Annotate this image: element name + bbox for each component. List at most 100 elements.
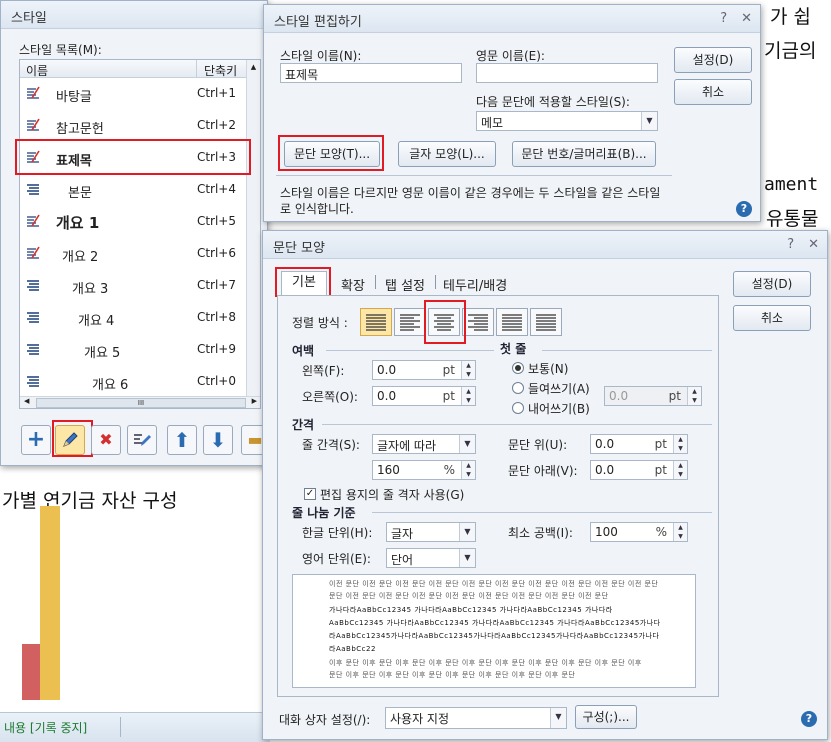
char-style-icon: [26, 246, 40, 260]
radio-outdent-label[interactable]: 내어쓰기(B): [528, 400, 590, 417]
tab-border-bg[interactable]: 테두리/배경: [443, 275, 507, 294]
english-name-input[interactable]: [476, 63, 658, 83]
style-edit-title: 스타일 편집하기: [274, 15, 362, 30]
config-button[interactable]: 구성(;)...: [575, 705, 637, 729]
scroll-right-icon[interactable]: ▶: [252, 397, 257, 405]
align-distribute-button[interactable]: [496, 308, 528, 336]
col-name-header[interactable]: 이름: [26, 62, 48, 79]
radio-indent[interactable]: [512, 382, 524, 394]
vertical-scrollbar[interactable]: ▲: [246, 60, 260, 396]
para-above-spinner[interactable]: ▲ ▼: [673, 435, 687, 453]
indent-input[interactable]: 0.0 pt ▲ ▼: [604, 386, 702, 406]
paragraph-cancel-button[interactable]: 취소: [733, 305, 811, 331]
edit-cancel-button[interactable]: 취소: [674, 79, 752, 105]
style-window: 스타일 스타일 목록(M): 이름 단축키 바탕글 Ctrl+1 참고문헌 Ctrl+…: [0, 0, 269, 466]
align-label: 정렬 방식 :: [292, 316, 348, 330]
style-list-item[interactable]: 개요 1 Ctrl+5: [20, 206, 246, 238]
status-divider: [120, 717, 121, 737]
grid-checkbox-label[interactable]: 편집 용지의 줄 격자 사용(G): [320, 486, 464, 503]
para-below-spinner[interactable]: ▲ ▼: [673, 461, 687, 479]
scroll-thumb[interactable]: III: [36, 398, 246, 408]
horizontal-scrollbar[interactable]: ◀ III ▶: [20, 396, 260, 408]
next-style-select[interactable]: 메모 ▼: [476, 111, 658, 131]
tab-extended[interactable]: 확장: [341, 275, 365, 294]
doc-text-snippet-4: 유통물: [766, 208, 819, 230]
close-icon[interactable]: ✕: [808, 237, 819, 252]
move-down-button[interactable]: ⬇: [203, 425, 233, 455]
help-icon-small[interactable]: ?: [736, 201, 752, 217]
style-list-item[interactable]: 본문 Ctrl+4: [20, 174, 246, 206]
edit-ok-button[interactable]: 설정(D): [674, 47, 752, 73]
help-icon[interactable]: ?: [720, 11, 727, 26]
chevron-down-icon[interactable]: ▼: [459, 549, 475, 567]
style-edit-titlebar: 스타일 편집하기 ? ✕: [264, 5, 760, 33]
line-spacing-input[interactable]: 160 % ▲ ▼: [372, 460, 476, 480]
delete-style-button[interactable]: ✖: [91, 425, 121, 455]
chevron-down-icon[interactable]: ▼: [459, 435, 475, 453]
chevron-down-icon[interactable]: ▼: [641, 112, 657, 130]
move-up-button[interactable]: ⬆: [167, 425, 197, 455]
preview-cur-line: 가나다라AaBbCc12345 가나다라AaBbCc12345 가나다라AaBb…: [329, 606, 613, 614]
style-list-item[interactable]: 개요 4 Ctrl+8: [20, 302, 246, 334]
para-below-label: 문단 아래(V):: [508, 464, 578, 478]
style-name: 개요 3: [72, 282, 109, 297]
chevron-down-icon[interactable]: ▼: [459, 523, 475, 541]
align-split-button[interactable]: [530, 308, 562, 336]
korean-unit-label: 한글 단위(H):: [302, 526, 373, 540]
style-list-item[interactable]: 개요 2 Ctrl+6: [20, 238, 246, 270]
left-margin-spinner[interactable]: ▲ ▼: [461, 361, 475, 379]
para-below-input[interactable]: 0.0 pt ▲ ▼: [590, 460, 688, 480]
style-list-item[interactable]: 참고문헌 Ctrl+2: [20, 110, 246, 142]
paragraph-ok-button[interactable]: 설정(D): [733, 271, 811, 297]
style-list-item[interactable]: 개요 6 Ctrl+0: [20, 366, 246, 398]
style-rows: 바탕글 Ctrl+1 참고문헌 Ctrl+2 표제목 Ctrl+3 본문 Ctrl+4 개요 1…: [20, 78, 246, 398]
align-right-button[interactable]: [462, 308, 494, 336]
align-left-button[interactable]: [394, 308, 426, 336]
english-unit-value: 단어: [391, 553, 414, 567]
margin-line: [326, 350, 494, 351]
char-shape-button[interactable]: 글자 모양(L)...: [398, 141, 496, 167]
radio-normal-label[interactable]: 보통(N): [528, 360, 568, 377]
dialog-setting-select[interactable]: 사용자 지정 ▼: [385, 707, 567, 729]
edit-style-alt-button[interactable]: [127, 425, 157, 455]
para-above-input[interactable]: 0.0 pt ▲ ▼: [590, 434, 688, 454]
help-icon[interactable]: ?: [787, 237, 794, 252]
scroll-left-icon[interactable]: ◀: [24, 397, 29, 405]
min-space-input[interactable]: 100 % ▲ ▼: [590, 522, 688, 542]
col-shortcut-header[interactable]: 단축키: [204, 62, 237, 79]
grid-checkbox[interactable]: ✓: [304, 488, 316, 500]
radio-indent-label[interactable]: 들여쓰기(A): [528, 380, 590, 397]
doc-chart-title: 가별 연기금 자산 구성: [2, 490, 178, 512]
line-spacing-type-select[interactable]: 글자에 따라 ▼: [372, 434, 476, 454]
style-shortcut: Ctrl+6: [196, 246, 236, 260]
spacing-line: [322, 424, 712, 425]
chevron-down-icon[interactable]: ▼: [550, 708, 566, 728]
right-margin-input[interactable]: 0.0 pt ▲ ▼: [372, 386, 476, 406]
indent-spinner[interactable]: ▲ ▼: [687, 387, 701, 405]
min-space-spinner[interactable]: ▲ ▼: [673, 523, 687, 541]
right-margin-spinner[interactable]: ▲ ▼: [461, 387, 475, 405]
para-above-label: 문단 위(U):: [508, 438, 568, 452]
align-justify-button[interactable]: [360, 308, 392, 336]
para-above-value: 0.0: [595, 437, 615, 451]
english-unit-select[interactable]: 단어 ▼: [386, 548, 476, 568]
style-list-item[interactable]: 개요 3 Ctrl+7: [20, 270, 246, 302]
add-style-button[interactable]: +: [21, 425, 51, 455]
numbering-button[interactable]: 문단 번호/글머리표(B)...: [512, 141, 656, 167]
scroll-up-icon[interactable]: ▲: [247, 60, 260, 74]
close-icon[interactable]: ✕: [741, 11, 752, 26]
style-note: 스타일 이름은 다르지만 영문 이름이 같은 경우에는 두 스타일을 같은 스타…: [280, 186, 661, 216]
style-list-header: 이름 단축키: [20, 60, 246, 78]
style-list[interactable]: 이름 단축키 바탕글 Ctrl+1 참고문헌 Ctrl+2 표제목 Ctrl+3 본문 Ctr…: [19, 59, 261, 409]
left-margin-input[interactable]: 0.0 pt ▲ ▼: [372, 360, 476, 380]
style-list-item[interactable]: 바탕글 Ctrl+1: [20, 78, 246, 110]
radio-normal[interactable]: [512, 362, 524, 374]
style-name-input[interactable]: 표제목: [280, 63, 462, 83]
line-spacing-spinner[interactable]: ▲ ▼: [461, 461, 475, 479]
style-list-item[interactable]: 개요 5 Ctrl+9: [20, 334, 246, 366]
korean-unit-select[interactable]: 글자 ▼: [386, 522, 476, 542]
help-icon-small[interactable]: ?: [801, 711, 817, 727]
tab-tab-settings[interactable]: 탭 설정: [385, 275, 425, 294]
radio-outdent[interactable]: [512, 402, 524, 414]
style-shortcut: Ctrl+2: [196, 118, 236, 132]
